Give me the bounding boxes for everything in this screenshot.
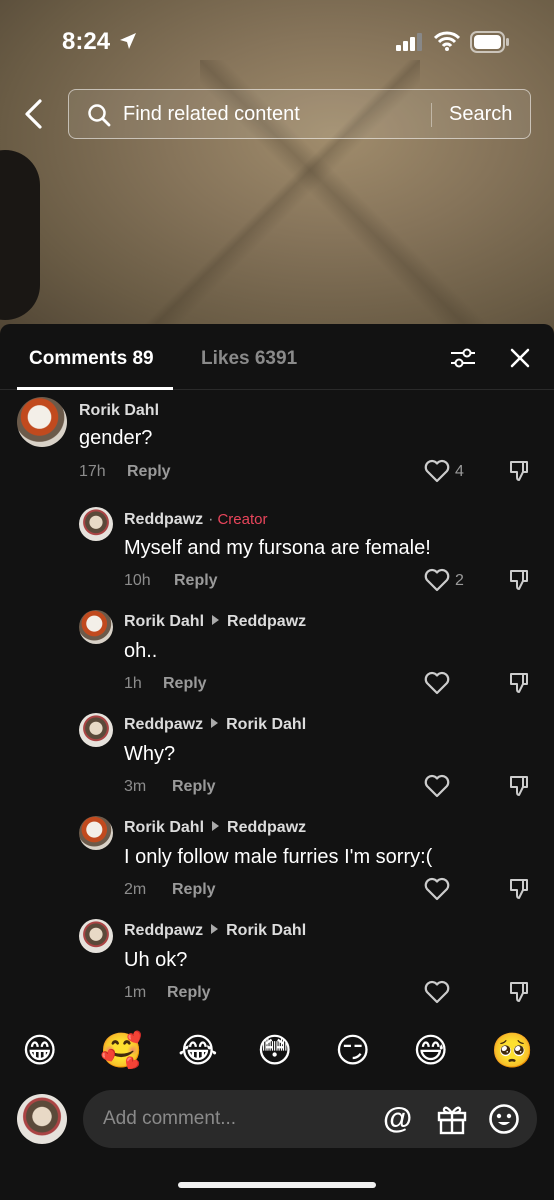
comment-item: Rorik Dahl gender? 17h Reply 4	[0, 395, 554, 490]
avatar[interactable]	[79, 816, 113, 850]
thumbs-down-icon[interactable]	[508, 980, 532, 1004]
comment-author[interactable]: Reddpawz · Creator	[124, 511, 267, 529]
reply-button[interactable]: Reply	[127, 463, 171, 481]
tab-comments[interactable]: Comments 89	[29, 348, 154, 370]
close-icon[interactable]	[509, 347, 531, 369]
smiley-icon[interactable]	[488, 1103, 520, 1135]
comment-time: 10h	[124, 572, 151, 589]
filter-sliders-icon[interactable]	[450, 346, 476, 370]
reply-button[interactable]: Reply	[172, 881, 216, 899]
comment-author[interactable]: Rorik Dahl Reddpawz	[124, 613, 306, 631]
reply-to-name[interactable]: Reddpawz	[227, 613, 306, 630]
author-name[interactable]: Reddpawz	[124, 922, 203, 939]
author-name[interactable]: Rorik Dahl	[124, 819, 204, 836]
comment-author[interactable]: Rorik Dahl Reddpawz	[124, 819, 306, 837]
like-count: 2	[455, 572, 464, 589]
author-name[interactable]: Rorik Dahl	[124, 613, 204, 630]
reply-button[interactable]: Reply	[167, 984, 211, 1002]
thumbs-down-icon[interactable]	[508, 459, 532, 483]
video-dark-object	[0, 150, 40, 320]
thumbs-down-icon[interactable]	[508, 877, 532, 901]
back-chevron-icon[interactable]	[20, 98, 48, 130]
comment-author[interactable]: Reddpawz Rorik Dahl	[124, 922, 306, 940]
reply-to-name[interactable]: Rorik Dahl	[226, 922, 306, 939]
comment-author[interactable]: Reddpawz Rorik Dahl	[124, 716, 306, 734]
emoji-pleading[interactable]: 🥺	[491, 1031, 533, 1071]
comment-text: oh..	[124, 640, 158, 662]
mention-at-icon[interactable]: @	[383, 1102, 412, 1136]
comment-text: gender?	[79, 427, 153, 449]
comment-author[interactable]: Rorik Dahl	[79, 402, 159, 420]
reply-button[interactable]: Reply	[174, 572, 218, 590]
emoji-grinning[interactable]: 😁	[22, 1031, 57, 1071]
heart-icon[interactable]	[424, 774, 450, 798]
emoji-joy[interactable]: 😂	[178, 1031, 218, 1071]
comment-reply-item: Reddpawz Rorik Dahl Why? 3m Reply	[0, 711, 554, 806]
reply-to-name[interactable]: Rorik Dahl	[226, 716, 306, 733]
comment-time: 2m	[124, 881, 147, 898]
thumbs-down-icon[interactable]	[508, 568, 532, 592]
reply-to-name[interactable]: Reddpawz	[227, 819, 306, 836]
heart-icon[interactable]	[424, 980, 450, 1004]
author-name[interactable]: Reddpawz	[124, 716, 203, 733]
battery-icon	[470, 31, 509, 53]
creator-badge: Creator	[217, 511, 268, 528]
comment-reply-item: Reddpawz Rorik Dahl Uh ok? 1m Reply	[0, 917, 554, 1012]
avatar[interactable]	[79, 507, 113, 541]
search-icon	[88, 104, 111, 127]
comment-time: 3m	[124, 778, 147, 795]
comment-time: 17h	[79, 463, 106, 480]
reply-to-arrow-icon	[212, 615, 220, 625]
author-name[interactable]: Reddpawz	[124, 511, 203, 528]
comment-reply-item: Reddpawz · Creator Myself and my fursona a…	[0, 505, 554, 600]
thumbs-down-icon[interactable]	[508, 774, 532, 798]
home-indicator[interactable]	[178, 1182, 376, 1188]
cellular-signal-icon	[396, 33, 422, 51]
avatar[interactable]	[79, 919, 113, 953]
my-avatar[interactable]	[17, 1094, 67, 1144]
comment-text: I only follow male furries I'm sorry:(	[124, 846, 433, 868]
search-placeholder: Find related content	[123, 103, 300, 125]
location-arrow-icon	[120, 33, 136, 49]
reply-to-arrow-icon	[212, 821, 220, 831]
reply-button[interactable]: Reply	[163, 675, 207, 693]
reply-to-arrow-icon	[211, 924, 219, 934]
heart-icon[interactable]	[424, 568, 450, 592]
status-time: 8:24	[62, 28, 111, 55]
status-bar: 8:24	[0, 0, 554, 80]
comment-placeholder: Add comment...	[103, 1108, 237, 1129]
search-button[interactable]: Search	[449, 103, 512, 126]
search-input[interactable]: Find related content Search	[68, 89, 531, 139]
comment-reply-item: Rorik Dahl Reddpawz oh.. 1h Reply	[0, 608, 554, 703]
thumbs-down-icon[interactable]	[508, 671, 532, 695]
search-divider	[431, 103, 432, 127]
heart-icon[interactable]	[424, 459, 450, 483]
comment-reply-item: Rorik Dahl Reddpawz I only follow male fu…	[0, 814, 554, 909]
active-tab-indicator	[17, 387, 173, 390]
avatar[interactable]	[17, 397, 67, 447]
avatar[interactable]	[79, 713, 113, 747]
comment-text: Uh ok?	[124, 949, 188, 971]
emoji-sweat-smile[interactable]: 😅	[413, 1031, 448, 1071]
like-count: 4	[455, 463, 464, 480]
comment-text: Myself and my fursona are female!	[124, 537, 431, 559]
heart-icon[interactable]	[424, 671, 450, 695]
emoji-flushed[interactable]: 😳	[257, 1031, 292, 1071]
avatar[interactable]	[79, 610, 113, 644]
gift-icon[interactable]	[436, 1103, 468, 1135]
reply-button[interactable]: Reply	[172, 778, 216, 796]
add-comment-input[interactable]: Add comment... @	[83, 1090, 537, 1148]
creator-separator: ·	[208, 511, 214, 528]
emoji-smirk[interactable]: 😏	[335, 1031, 370, 1071]
heart-icon[interactable]	[424, 877, 450, 901]
comment-time: 1m	[124, 984, 147, 1001]
wifi-icon	[434, 31, 460, 51]
reply-to-arrow-icon	[211, 718, 219, 728]
tab-likes[interactable]: Likes 6391	[201, 348, 297, 370]
comment-time: 1h	[124, 675, 142, 692]
comment-text: Why?	[124, 743, 176, 765]
emoji-hearts-face[interactable]: 🥰	[100, 1031, 142, 1071]
panel-tabs: Comments 89 Likes 6391	[0, 324, 554, 390]
